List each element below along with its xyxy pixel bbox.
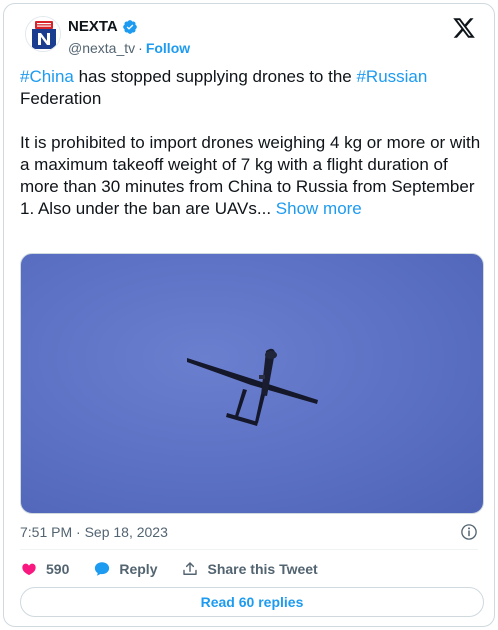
- author-name-row: NEXTA: [68, 18, 138, 35]
- tweet-text: #China has stopped supplying drones to t…: [20, 66, 482, 220]
- tweet-paragraph-1: #China has stopped supplying drones to t…: [20, 66, 482, 110]
- reply-label: Reply: [119, 561, 158, 577]
- avatar[interactable]: [25, 16, 61, 52]
- drone-image: [187, 348, 318, 426]
- tweet-timestamp[interactable]: 7:51 PM · Sep 18, 2023: [20, 524, 168, 540]
- read-replies-button[interactable]: Read 60 replies: [20, 587, 484, 617]
- verified-badge-icon: [122, 19, 137, 34]
- reply-bubble-icon: [95, 562, 110, 576]
- tweet-header: NEXTA @nexta_tv · Follow: [20, 16, 478, 60]
- tweet-photo[interactable]: [20, 253, 484, 514]
- hashtag-russian[interactable]: #Russian: [356, 67, 427, 86]
- hashtag-china[interactable]: #China: [20, 67, 74, 86]
- info-icon[interactable]: [460, 523, 478, 541]
- like-button[interactable]: 590: [20, 560, 69, 578]
- tweet-actions: 590 Reply Share this Tweet: [20, 559, 318, 579]
- tweet-paragraph-2: It is prohibited to import drones weighi…: [20, 132, 482, 220]
- nexta-logo-icon: [26, 17, 60, 51]
- reply-button[interactable]: Reply: [93, 560, 157, 578]
- share-button[interactable]: Share this Tweet: [181, 560, 318, 578]
- share-label: Share this Tweet: [207, 561, 318, 577]
- show-more-link[interactable]: Show more: [276, 199, 362, 218]
- heart-icon: [22, 563, 36, 576]
- author-handle-row: @nexta_tv · Follow: [68, 40, 190, 56]
- x-logo-icon[interactable]: [452, 16, 476, 40]
- tweet-text-segment: Federation: [20, 89, 102, 108]
- follow-button[interactable]: Follow: [146, 40, 190, 56]
- divider: [20, 549, 478, 550]
- share-icon: [183, 562, 198, 575]
- tweet-text-segment: It is prohibited to import drones weighi…: [20, 133, 481, 218]
- like-count: 590: [46, 561, 70, 577]
- author-handle[interactable]: @nexta_tv: [68, 40, 135, 56]
- tweet-card: NEXTA @nexta_tv · Follow #China has stop…: [3, 3, 495, 627]
- tweet-text-segment: has stopped supplying drones to the: [73, 67, 357, 86]
- author-name[interactable]: NEXTA: [68, 18, 118, 35]
- separator-dot: ·: [138, 40, 143, 56]
